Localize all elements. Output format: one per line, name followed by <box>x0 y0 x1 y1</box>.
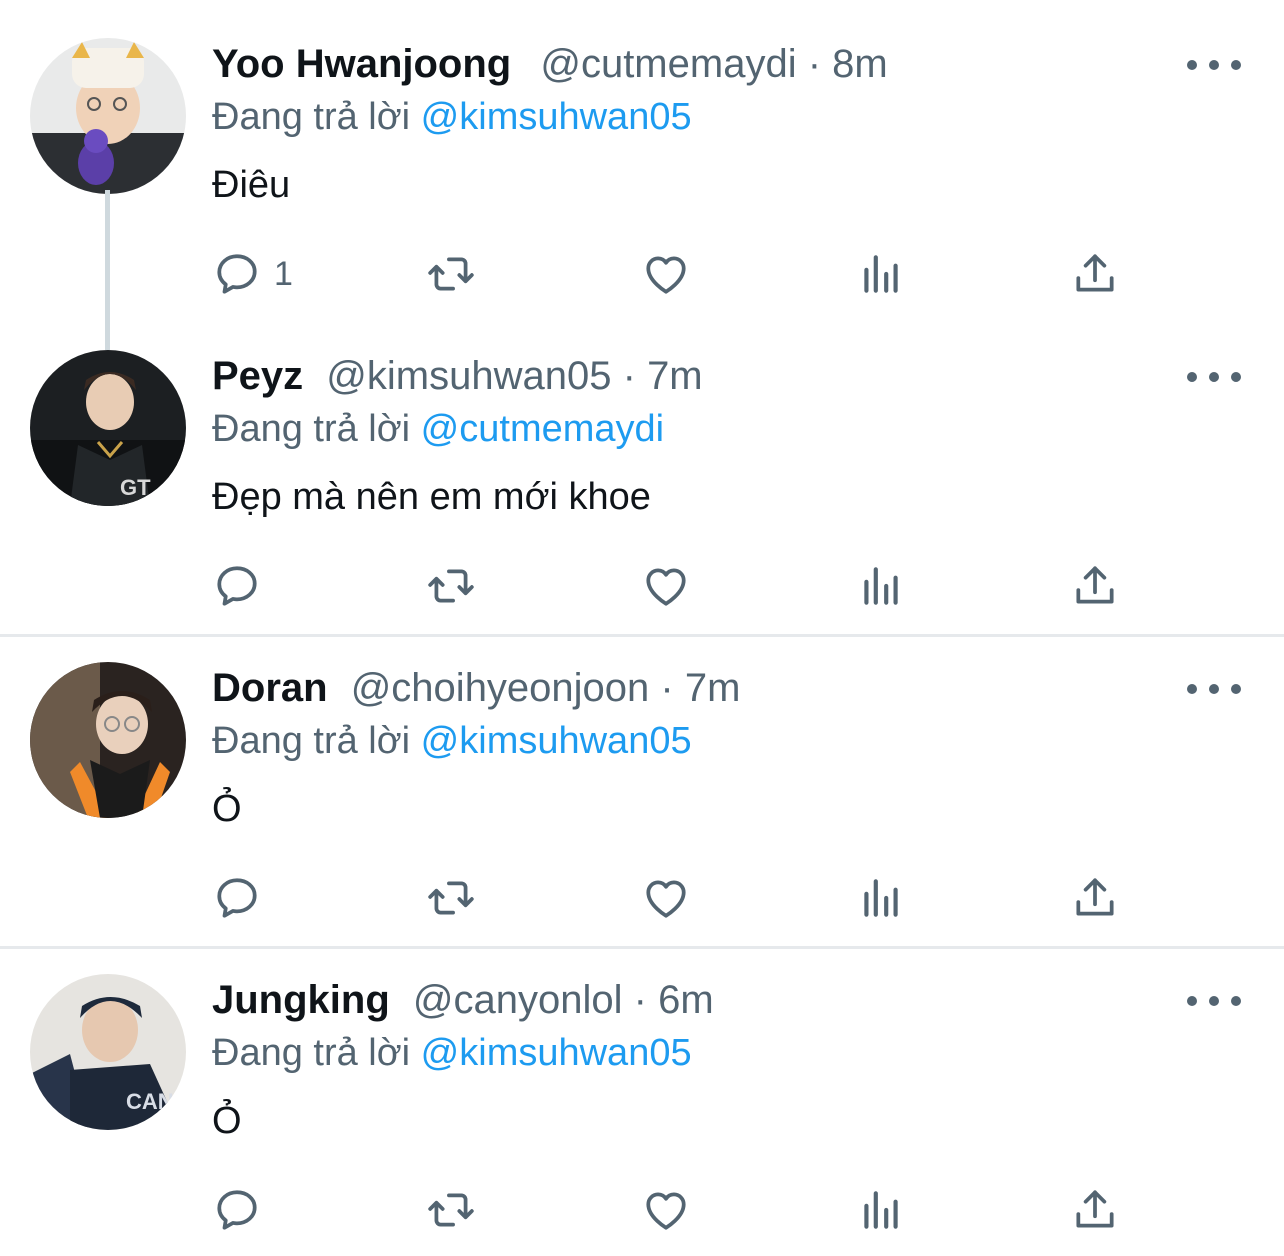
reply-count: 1 <box>274 254 293 293</box>
action-bar <box>0 1180 1284 1240</box>
handle[interactable]: @canyonlol <box>413 978 623 1022</box>
replying-label: Đang trả lời <box>212 96 411 138</box>
share-button[interactable] <box>1070 1180 1120 1240</box>
reply-button[interactable] <box>212 556 262 616</box>
replying-label: Đang trả lời <box>212 720 411 762</box>
views-button[interactable] <box>856 244 906 304</box>
views-icon <box>864 879 898 917</box>
replying-label: Đang trả lời <box>212 1032 411 1074</box>
svg-text:GT: GT <box>120 475 151 500</box>
retweet-icon <box>428 569 474 603</box>
action-bar <box>0 556 1284 616</box>
avatar[interactable]: GT <box>30 350 186 506</box>
display-name[interactable]: Jungking <box>212 978 390 1022</box>
views-icon <box>864 255 898 293</box>
action-bar: 1 <box>0 244 1284 304</box>
retweet-button[interactable] <box>426 1180 476 1240</box>
avatar[interactable]: CANY <box>30 974 186 1130</box>
handle[interactable]: @choihyeonjoon <box>351 666 650 710</box>
more-options-icon[interactable] <box>1184 674 1244 704</box>
timestamp[interactable]: 7m <box>647 354 703 398</box>
avatar[interactable] <box>30 662 186 818</box>
separator: · <box>660 666 674 710</box>
retweet-button[interactable] <box>426 868 476 928</box>
share-button[interactable] <box>1070 244 1120 304</box>
display-name[interactable]: Peyz <box>212 354 303 398</box>
tweet-text: Ỏ <box>212 1100 242 1142</box>
handle[interactable]: @kimsuhwan05 <box>326 354 611 398</box>
svg-text:CANY: CANY <box>126 1089 186 1114</box>
retweet-icon <box>428 1193 474 1227</box>
like-icon <box>646 256 686 294</box>
reply-icon <box>217 254 257 294</box>
timestamp[interactable]: 7m <box>685 666 741 710</box>
retweet-icon <box>428 881 474 915</box>
separator: · <box>622 354 636 398</box>
views-icon <box>864 567 898 605</box>
reply-button[interactable] <box>212 868 262 928</box>
tweet-header: Peyz @kimsuhwan05 · 7m <box>212 352 1244 400</box>
replying-line: Đang trả lời @kimsuhwan05 <box>212 716 1244 766</box>
more-options-icon[interactable] <box>1184 362 1244 392</box>
replying-label: Đang trả lời <box>212 408 411 450</box>
handle[interactable]: @cutmemaydi <box>540 42 796 86</box>
views-icon <box>864 1191 898 1229</box>
views-button[interactable] <box>856 556 906 616</box>
mention-link[interactable]: @cutmemaydi <box>421 408 664 450</box>
like-icon <box>646 1192 686 1230</box>
retweet-button[interactable] <box>426 556 476 616</box>
divider <box>0 634 1284 637</box>
like-button[interactable] <box>641 1180 691 1240</box>
like-button[interactable] <box>641 244 691 304</box>
tweet-header: Jungking @canyonlol · 6m <box>212 976 1244 1024</box>
retweet-icon <box>428 257 474 291</box>
display-name[interactable]: Doran <box>212 666 328 710</box>
replying-line: Đang trả lời @kimsuhwan05 <box>212 92 1244 142</box>
share-button[interactable] <box>1070 556 1120 616</box>
tweet-header: Doran @choihyeonjoon · 7m <box>212 664 1244 712</box>
display-name[interactable]: Yoo Hwanjoong <box>212 42 511 86</box>
like-icon <box>646 568 686 606</box>
views-button[interactable] <box>856 1180 906 1240</box>
reply-icon <box>217 1190 257 1230</box>
tweet-text: Điêu <box>212 164 291 206</box>
reply-button[interactable] <box>212 1180 262 1240</box>
separator: · <box>807 42 822 86</box>
reply-icon <box>217 878 257 918</box>
more-options-icon[interactable] <box>1184 50 1244 80</box>
share-icon <box>1076 878 1114 916</box>
like-button[interactable] <box>641 868 691 928</box>
reply-button[interactable]: 1 <box>212 244 293 304</box>
replying-line: Đang trả lời @cutmemaydi <box>212 404 1244 454</box>
retweet-button[interactable] <box>426 244 476 304</box>
views-button[interactable] <box>856 868 906 928</box>
share-icon <box>1076 1190 1114 1228</box>
like-icon <box>646 880 686 918</box>
mention-link[interactable]: @kimsuhwan05 <box>421 720 692 762</box>
divider <box>0 946 1284 949</box>
tweet-text: Đẹp mà nên em mới khoe <box>212 476 651 518</box>
like-button[interactable] <box>641 556 691 616</box>
replying-line: Đang trả lời @kimsuhwan05 <box>212 1028 1244 1078</box>
share-button[interactable] <box>1070 868 1120 928</box>
mention-link[interactable]: @kimsuhwan05 <box>421 1032 692 1074</box>
tweet-text: Ỏ <box>212 788 242 830</box>
separator: · <box>633 978 647 1022</box>
share-icon <box>1076 254 1114 292</box>
mention-link[interactable]: @kimsuhwan05 <box>421 96 692 138</box>
timestamp[interactable]: 8m <box>832 42 888 86</box>
avatar[interactable] <box>30 38 186 194</box>
share-icon <box>1076 566 1114 604</box>
timestamp[interactable]: 6m <box>658 978 714 1022</box>
tweet-header: Yoo Hwanjoong @cutmemaydi · 8m <box>212 40 1244 88</box>
action-bar <box>0 868 1284 928</box>
reply-icon <box>217 566 257 606</box>
more-options-icon[interactable] <box>1184 986 1244 1016</box>
